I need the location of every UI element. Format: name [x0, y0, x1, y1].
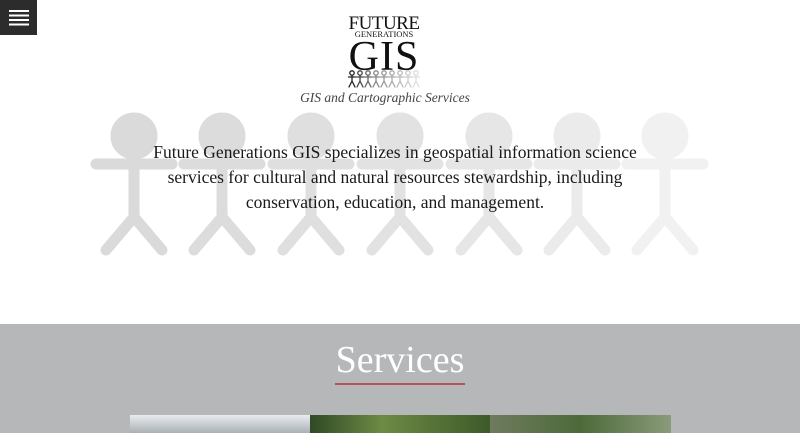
menu-button[interactable] [0, 0, 37, 35]
services-title: Services [334, 338, 466, 385]
service-photo-2[interactable] [310, 415, 490, 433]
service-photo-1[interactable] [130, 415, 310, 433]
menu-icon [8, 9, 29, 25]
service-photo-3[interactable] [490, 415, 671, 433]
tagline: GIS and Cartographic Services [300, 90, 470, 105]
services-section: Services [0, 324, 800, 433]
hero-description: Future Generations GIS specializes in ge… [153, 142, 637, 212]
site-logo[interactable]: FUTURE GENERATIONS GIS [347, 14, 421, 88]
services-heading: Services [0, 338, 800, 385]
people-figures-icon [347, 70, 421, 88]
